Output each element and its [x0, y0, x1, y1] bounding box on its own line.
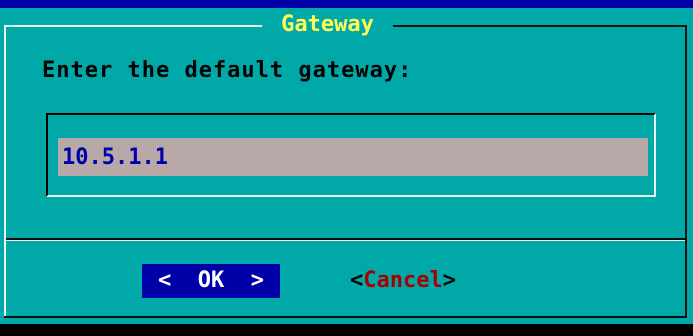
cancel-button[interactable]: <Cancel>	[350, 264, 490, 298]
dialog-frame-top-left	[4, 25, 262, 27]
gateway-prompt-label: Enter the default gateway:	[42, 58, 413, 83]
cancel-label: Cancel	[363, 268, 443, 293]
dialog-frame-bottom	[4, 316, 687, 318]
dialog-frame-left	[4, 25, 6, 317]
dialog-title: Gateway	[262, 10, 393, 40]
cancel-bracket-right: >	[442, 268, 456, 293]
gateway-input[interactable]	[58, 138, 648, 176]
cancel-bracket-left: <	[350, 268, 364, 293]
ok-button[interactable]: < OK >	[142, 264, 280, 298]
dialog-shadow	[0, 324, 693, 336]
dialog-frame-top-right	[393, 25, 685, 27]
button-separator-highlight	[6, 240, 685, 241]
dialog-frame-right	[685, 25, 687, 317]
